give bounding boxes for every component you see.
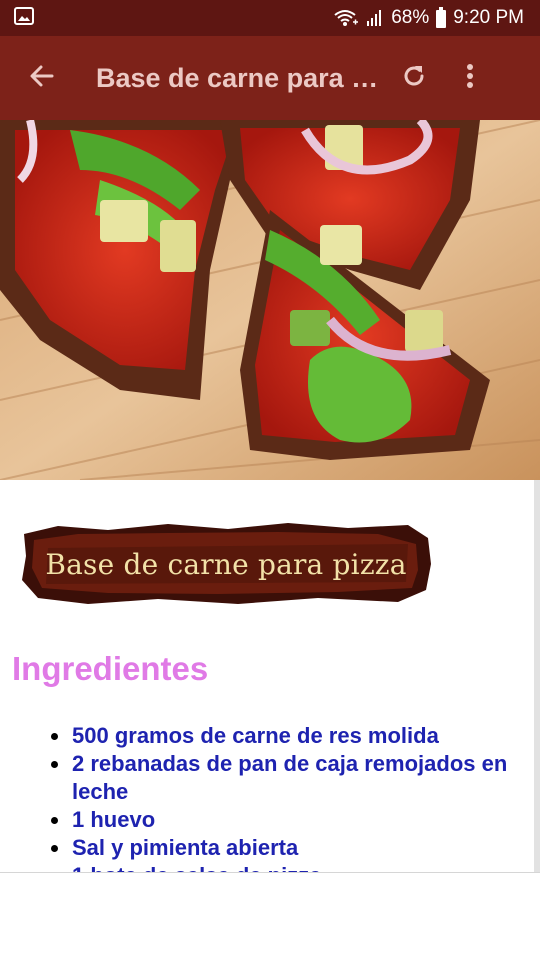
list-item: 2 rebanadas de pan de caja remojados en … <box>48 750 526 806</box>
status-bar: 68% 9:20 PM <box>0 0 540 36</box>
app-bar: Base de carne para pizza <box>0 36 540 120</box>
refresh-button[interactable] <box>386 50 442 106</box>
battery-icon <box>435 7 447 29</box>
page-title: Base de carne para pizza <box>96 62 386 93</box>
list-item: 1 huevo <box>48 806 526 834</box>
battery-percent: 68% <box>391 7 430 28</box>
back-button[interactable] <box>14 50 70 106</box>
back-arrow-icon <box>28 62 56 95</box>
refresh-icon <box>400 62 428 95</box>
image-notification-icon <box>14 6 34 30</box>
signal-icon <box>365 8 385 28</box>
hero-image <box>0 120 540 480</box>
list-item: 1 bote de salsa de pizza <box>48 862 526 872</box>
more-options-button[interactable] <box>442 50 498 106</box>
scrollbar[interactable] <box>534 480 540 872</box>
clock: 9:20 PM <box>453 7 524 28</box>
section-title-ingredients: Ingredientes <box>12 650 209 687</box>
wifi-icon <box>333 8 359 28</box>
banner-text: Base de carne para pizza <box>45 547 407 581</box>
more-vert-icon <box>465 62 475 95</box>
bottom-blank-area <box>0 872 540 960</box>
list-item: 500 gramos de carne de res molida <box>48 722 526 750</box>
ingredients-list: 500 gramos de carne de res molida 2 reba… <box>48 722 526 872</box>
article-content[interactable]: Base de carne para pizza Ingredientes 50… <box>0 480 540 872</box>
title-banner: Base de carne para pizza <box>18 520 434 608</box>
list-item: Sal y pimienta abierta <box>48 834 526 862</box>
